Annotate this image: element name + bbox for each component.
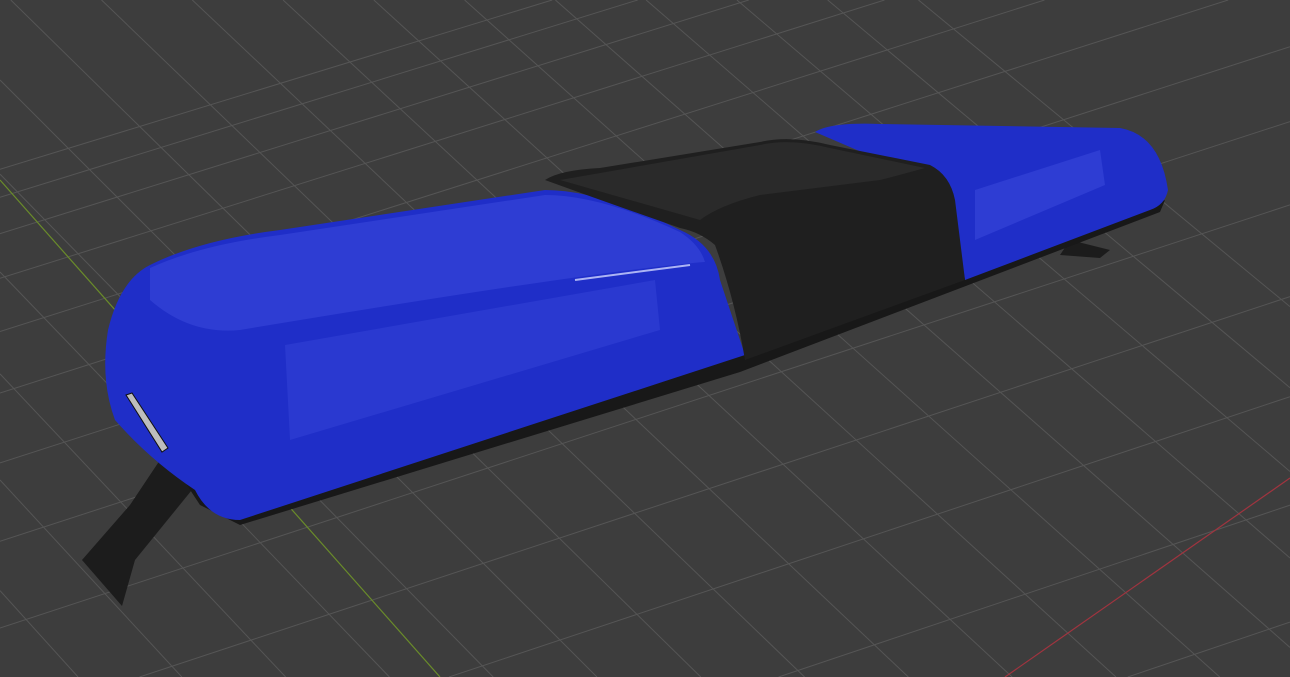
grid-line [0, 0, 638, 198]
grid-line [1127, 621, 1290, 677]
grid-line [0, 0, 553, 170]
grid-line [0, 590, 79, 677]
viewport-canvas[interactable] [0, 0, 1290, 677]
3d-viewport[interactable] [0, 0, 1290, 677]
x-axis-line [1004, 477, 1290, 677]
light-bar-model[interactable] [82, 123, 1168, 606]
mount-strap-left [82, 460, 200, 606]
